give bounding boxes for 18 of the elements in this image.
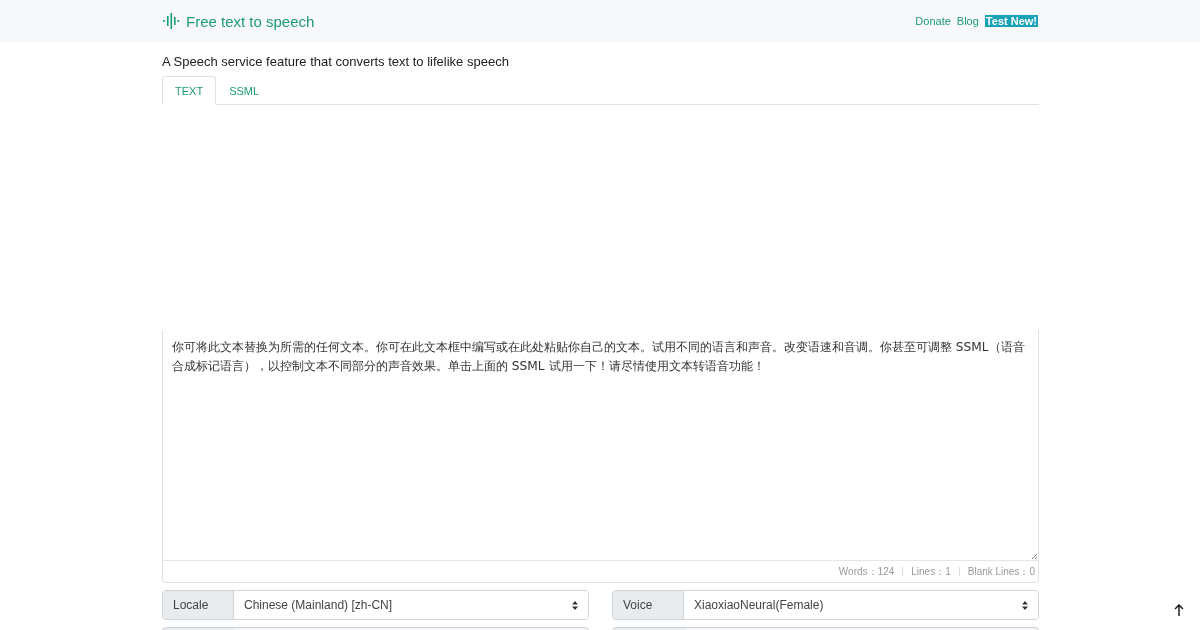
sort-caret-icon (572, 600, 578, 610)
nav-link[interactable]: Donate (915, 15, 951, 27)
select-field[interactable]: Voice XiaoxiaoNeural(Female) (612, 590, 1039, 620)
count-label: Blank Lines：0 (950, 564, 1035, 579)
back-to-top-arrow-icon[interactable] (1174, 604, 1184, 616)
tab[interactable]: TEXT (162, 76, 217, 105)
sort-caret-icon (1022, 600, 1028, 610)
page-heading: A Speech service feature that converts text to lifelike speech (162, 54, 510, 69)
test-new-link[interactable]: Test New! (984, 15, 1038, 27)
count-label: Words：124 (838, 564, 895, 579)
select-field[interactable]: Locale Chinese (Mainland) [zh-CN] (162, 590, 589, 620)
tab[interactable]: SSML (216, 76, 273, 105)
nav-link[interactable]: Blog (956, 15, 979, 27)
sound-wave-icon (162, 12, 180, 30)
site-title[interactable]: Free text to speech (186, 12, 315, 30)
resize-grip-icon[interactable] (1031, 553, 1037, 559)
text-input-area[interactable]: 你可将此文本替换为所需的任何文本。你可在此文本框中编写或在此处粘贴你自己的文本。试用不同的语言和声音。改变语速和音调。你甚至可调整 SSML（语音合成标记语言），以控制文本不同部分的声音效果。单击上面的 SSML 试用一下！请尽情使用文本转语音功能！ (163, 330, 1038, 561)
count-label: Lines：1 (894, 564, 951, 579)
